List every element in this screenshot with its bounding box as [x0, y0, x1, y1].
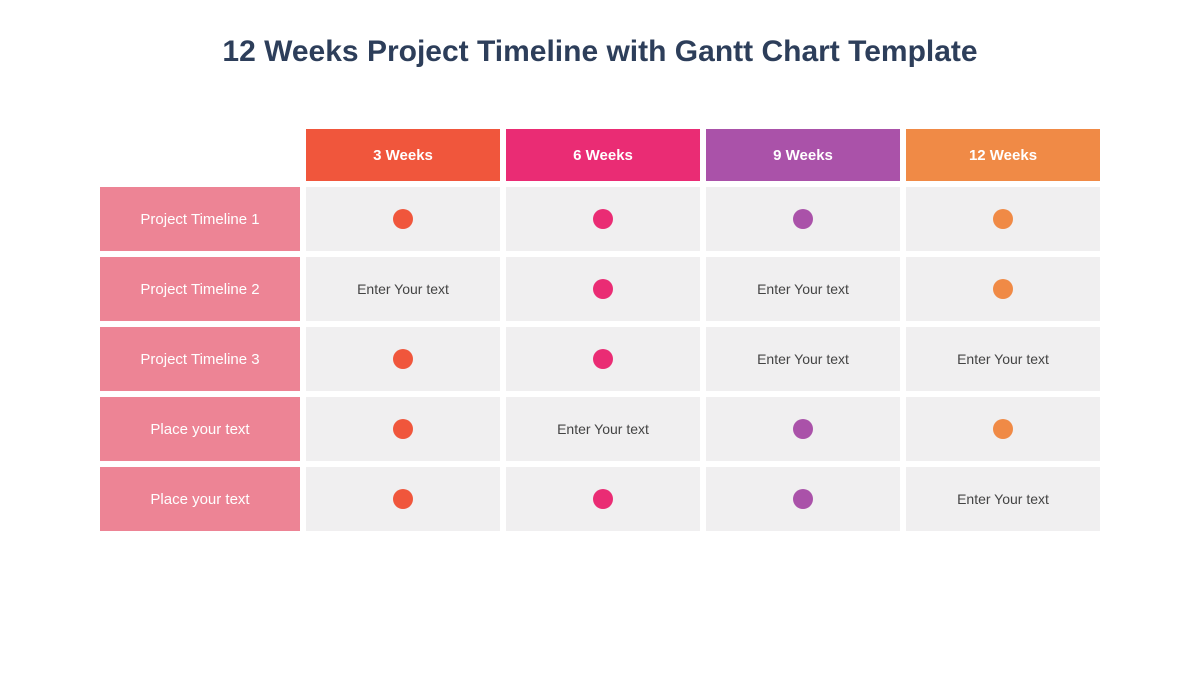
- grid-cell: Enter Your text: [706, 327, 900, 391]
- page-title: 12 Weeks Project Timeline with Gantt Cha…: [60, 35, 1140, 69]
- row-header: Project Timeline 3: [100, 327, 300, 391]
- grid-cell: [906, 257, 1100, 321]
- grid-cell: [506, 187, 700, 251]
- column-header: 9 Weeks: [706, 129, 900, 181]
- grid-cell: [906, 397, 1100, 461]
- grid-cell: Enter Your text: [906, 467, 1100, 531]
- column-header: 3 Weeks: [306, 129, 500, 181]
- row-header: Project Timeline 2: [100, 257, 300, 321]
- status-dot-icon: [793, 419, 813, 439]
- column-header: 12 Weeks: [906, 129, 1100, 181]
- grid-cell: [306, 397, 500, 461]
- status-dot-icon: [393, 349, 413, 369]
- status-dot-icon: [993, 209, 1013, 229]
- status-dot-icon: [393, 489, 413, 509]
- gantt-grid: 3 Weeks6 Weeks9 Weeks12 Weeks Project Tim…: [100, 129, 1100, 531]
- status-dot-icon: [593, 489, 613, 509]
- grid-corner: [100, 129, 300, 181]
- status-dot-icon: [593, 279, 613, 299]
- column-header: 6 Weeks: [506, 129, 700, 181]
- status-dot-icon: [793, 489, 813, 509]
- status-dot-icon: [993, 279, 1013, 299]
- row-header: Project Timeline 1: [100, 187, 300, 251]
- grid-cell: [506, 257, 700, 321]
- grid-cell: [506, 327, 700, 391]
- status-dot-icon: [793, 209, 813, 229]
- grid-cell: [506, 467, 700, 531]
- status-dot-icon: [393, 209, 413, 229]
- grid-cell: [306, 327, 500, 391]
- grid-cell: [706, 397, 900, 461]
- grid-cell: [306, 187, 500, 251]
- row-header: Place your text: [100, 397, 300, 461]
- row-header: Place your text: [100, 467, 300, 531]
- status-dot-icon: [993, 419, 1013, 439]
- status-dot-icon: [593, 349, 613, 369]
- grid-cell: Enter Your text: [306, 257, 500, 321]
- grid-cell: [706, 467, 900, 531]
- grid-cell: [306, 467, 500, 531]
- grid-cell: Enter Your text: [906, 327, 1100, 391]
- grid-cell: [906, 187, 1100, 251]
- grid-cell: [706, 187, 900, 251]
- status-dot-icon: [393, 419, 413, 439]
- grid-cell: Enter Your text: [706, 257, 900, 321]
- status-dot-icon: [593, 209, 613, 229]
- grid-cell: Enter Your text: [506, 397, 700, 461]
